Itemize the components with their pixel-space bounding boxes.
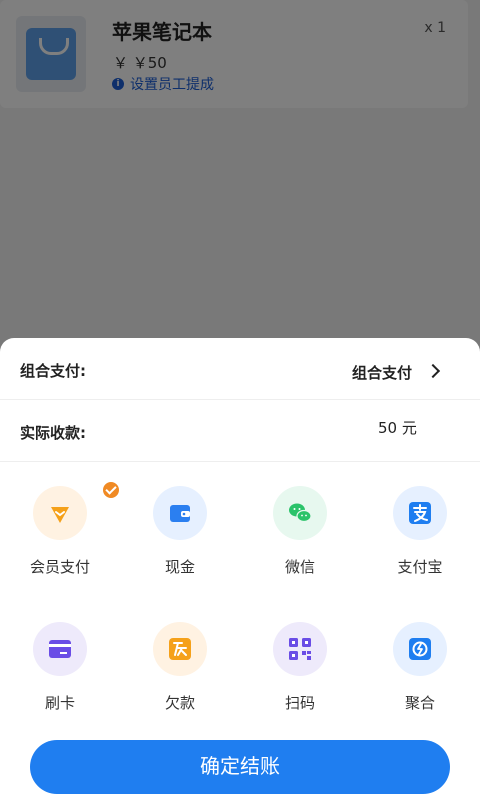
alipay-icon [393, 486, 447, 540]
pay-method-alipay[interactable]: 支付宝 [360, 486, 480, 586]
received-amount: 50 元 [378, 419, 417, 437]
combo-pay-value: 组合支付 [351, 364, 412, 382]
qr-scan-icon [273, 622, 327, 676]
pay-method-label: 刷卡 [44, 694, 75, 712]
pay-method-cash[interactable]: 现金 [120, 486, 240, 586]
payment-sheet: 组合支付: 组合支付 实际收款: 50 元 会员支付 现金 微信 支付宝 刷卡 … [0, 338, 480, 800]
pay-method-scan[interactable]: 扫码 [240, 622, 360, 722]
pay-method-card[interactable]: 刷卡 [0, 622, 120, 722]
card-icon [33, 622, 87, 676]
debt-icon [153, 622, 207, 676]
combo-pay-label: 组合支付: [20, 362, 86, 380]
confirm-checkout-button[interactable]: 确定结账 [30, 740, 450, 794]
aggregate-pay-icon [393, 622, 447, 676]
pay-method-label: 聚合 [404, 694, 435, 712]
pay-method-label: 微信 [284, 558, 315, 576]
pay-method-aggregate[interactable]: 聚合 [360, 622, 480, 722]
chevron-right-icon [425, 363, 441, 379]
pay-method-vip[interactable]: 会员支付 [0, 480, 121, 586]
pay-method-label: 支付宝 [397, 558, 443, 576]
received-row: 实际收款: 50 元 [0, 400, 480, 462]
pay-method-label: 会员支付 [29, 558, 90, 576]
pay-method-label: 现金 [164, 558, 195, 576]
wechat-icon [273, 486, 327, 540]
pay-method-label: 欠款 [164, 694, 195, 712]
pay-method-wechat[interactable]: 微信 [240, 486, 360, 586]
wallet-icon [153, 486, 207, 540]
received-label: 实际收款: [20, 424, 86, 442]
selected-check-icon [101, 480, 121, 500]
pay-method-label: 扫码 [284, 694, 315, 712]
vip-member-icon [33, 480, 121, 540]
combo-pay-row[interactable]: 组合支付: 组合支付 [0, 338, 480, 400]
pay-method-debt[interactable]: 欠款 [120, 622, 240, 722]
